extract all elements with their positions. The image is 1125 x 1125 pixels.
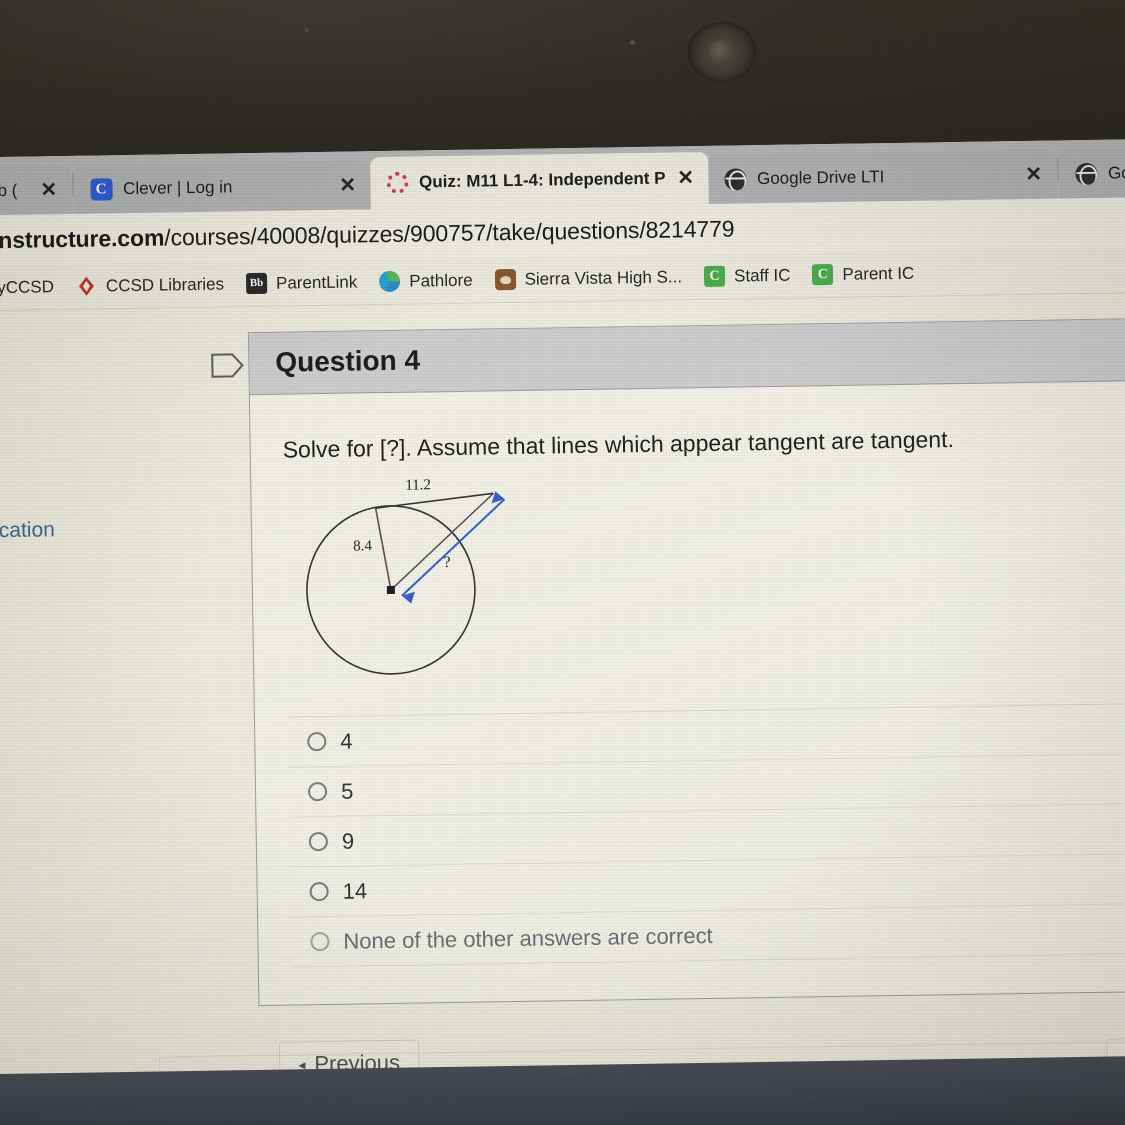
- browser-tab-2-active[interactable]: Quiz: M11 L1-4: Independent P ✕: [369, 151, 709, 210]
- tab-title: Go: [1107, 162, 1125, 183]
- browser-tab-3[interactable]: Google Drive LTI ✕: [707, 149, 1057, 204]
- webcam-lens: [708, 39, 736, 65]
- radius-label: 8.4: [353, 538, 372, 554]
- question-card: Question 4 1 pts Solve for [?]. Assume t…: [247, 317, 1125, 1007]
- tab-title: r Verb (: [0, 180, 18, 200]
- tab-separator: [1056, 157, 1059, 182]
- globe-favicon: [1074, 162, 1098, 185]
- answer-label: 9: [341, 828, 355, 854]
- infinite-campus-icon: C: [703, 265, 726, 287]
- course-navigation: s sions e Drive very Education es: [0, 307, 260, 1102]
- bookmark-label: Pathlore: [409, 270, 473, 291]
- url-path: /courses/40008/quizzes/900757/take/quest…: [164, 215, 735, 250]
- bookmark-staff-ic[interactable]: C Staff IC: [703, 265, 791, 287]
- close-icon[interactable]: ✕: [40, 179, 57, 201]
- browser-window: r Verb ( ✕ C Clever | Log in ✕ Quiz: M11…: [0, 138, 1125, 1108]
- radio-button-icon[interactable]: [307, 732, 327, 752]
- radio-button-icon[interactable]: [307, 782, 328, 802]
- blackboard-icon: Bb: [245, 272, 268, 295]
- page-title: Question 4: [275, 343, 421, 378]
- infinite-campus-icon: C: [812, 263, 834, 286]
- bookmark-label: Staff IC: [733, 265, 791, 286]
- geometry-figure: 8.4 11.2 ?: [297, 470, 530, 689]
- tab-title: Clever | Log in: [122, 176, 233, 198]
- webcam-indicator-light: [629, 39, 636, 46]
- answer-label: 14: [342, 877, 368, 904]
- bookmark-parent-ic[interactable]: C Parent IC: [812, 263, 914, 286]
- tangent-segment: [375, 492, 494, 510]
- bookmark-label: CCSD Libraries: [105, 274, 225, 295]
- center-point: [386, 585, 395, 595]
- clever-favicon: C: [89, 177, 113, 201]
- answer-label: None of the other answers are correct: [343, 922, 713, 954]
- question-body: Solve for [?]. Assume that lines which a…: [250, 380, 1125, 1005]
- answer-list: 4 5 9 14 None of the other answers are c…: [286, 702, 1125, 1005]
- radius-segment: [374, 508, 392, 591]
- quiz-column: Question 4 1 pts Solve for [?]. Assume t…: [159, 292, 1125, 1097]
- close-icon[interactable]: ✕: [677, 167, 694, 189]
- browser-tab-1[interactable]: C Clever | Log in ✕: [73, 160, 371, 214]
- bookmark-label: Parent IC: [842, 263, 915, 284]
- answer-label: 5: [340, 778, 354, 804]
- url-host: csd.instructure.com: [0, 223, 165, 254]
- url-text: csd.instructure.com/courses/40008/quizze…: [0, 215, 735, 254]
- question-prompt: Solve for [?]. Assume that lines which a…: [282, 426, 955, 463]
- page-content: s sions e Drive very Education es Questi…: [0, 292, 1125, 1102]
- flag-outline-icon[interactable]: [210, 352, 244, 379]
- pathlore-icon: [379, 270, 401, 293]
- sierra-vista-icon: [494, 268, 516, 291]
- radio-button-icon[interactable]: [310, 932, 330, 952]
- bookmark-pathlore[interactable]: Pathlore: [379, 270, 473, 293]
- browser-tab-4[interactable]: Go: [1058, 147, 1125, 199]
- bookmark-label: myCCSD: [0, 276, 55, 297]
- canvas-favicon: [385, 171, 409, 194]
- bookmark-ccsd-libraries[interactable]: CCSD Libraries: [76, 274, 224, 297]
- radio-button-icon[interactable]: [309, 882, 329, 902]
- tangent-label: 11.2: [405, 477, 431, 493]
- measurement-arrow: [401, 491, 506, 604]
- circle-tangent-diagram: 8.4 11.2 ?: [306, 477, 506, 675]
- bookmark-label: ParentLink: [275, 271, 358, 293]
- radio-button-icon[interactable]: [308, 832, 329, 852]
- ccsd-libraries-icon: [76, 276, 97, 297]
- bezel-speck: [304, 28, 309, 33]
- close-icon[interactable]: ✕: [1025, 163, 1042, 185]
- answer-label: 4: [340, 728, 353, 754]
- bookmark-sierra-vista[interactable]: Sierra Vista High S...: [494, 266, 683, 291]
- bookmark-parentlink[interactable]: Bb ParentLink: [245, 271, 358, 295]
- tab-separator: [71, 172, 74, 197]
- sidebar-item-3[interactable]: very Education: [0, 518, 55, 544]
- bookmark-label: Sierra Vista High S...: [524, 266, 683, 289]
- bookmark-myccsd[interactable]: myCCSD: [0, 276, 54, 299]
- laptop-screen-photo: r Verb ( ✕ C Clever | Log in ✕ Quiz: M11…: [0, 0, 1125, 1125]
- globe-favicon: [723, 167, 747, 191]
- tab-title: Google Drive LTI: [756, 166, 885, 188]
- browser-tab-0[interactable]: r Verb ( ✕: [0, 164, 72, 216]
- tab-title: Quiz: M11 L1-4: Independent P: [418, 168, 666, 192]
- unknown-label: ?: [443, 554, 450, 571]
- close-icon[interactable]: ✕: [339, 174, 356, 196]
